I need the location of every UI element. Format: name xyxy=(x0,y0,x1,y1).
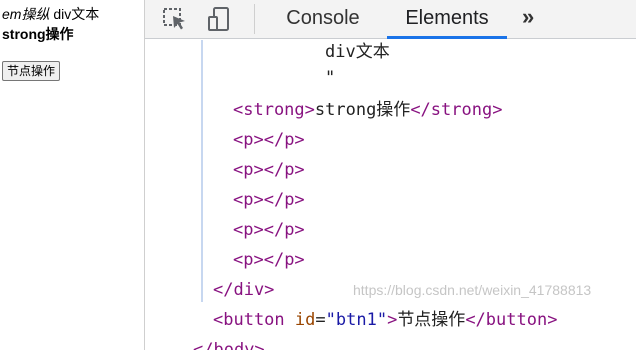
page-text-line-1: em操纵 div文本 xyxy=(2,4,99,24)
tree-node-p[interactable]: <p></p> xyxy=(233,248,305,272)
tree-node-strong[interactable]: <strong>strong操作</strong> xyxy=(233,98,502,122)
tree-node-p[interactable]: <p></p> xyxy=(233,158,305,182)
tab-elements[interactable]: Elements xyxy=(387,0,507,39)
watermark-text: https://blog.csdn.net/weixin_41788813 xyxy=(353,282,592,298)
inspect-element-icon[interactable] xyxy=(161,5,189,33)
more-tabs-icon[interactable]: » xyxy=(522,4,534,30)
tree-node-div-close[interactable]: </div> xyxy=(213,278,274,302)
rendered-page: em操纵 div文本 strong操作 节点操作 xyxy=(0,0,144,350)
devtools-panel: Console Elements » div文本 " <strong>stron… xyxy=(144,0,636,350)
devtools-toolbar: Console Elements » xyxy=(145,0,636,39)
tree-node-p[interactable]: <p></p> xyxy=(233,218,305,242)
node-operation-button[interactable]: 节点操作 xyxy=(2,61,61,81)
tree-guide-line xyxy=(201,40,203,302)
device-toolbar-icon[interactable] xyxy=(205,5,233,33)
tree-node-p[interactable]: <p></p> xyxy=(233,188,305,212)
tree-text-node-quote[interactable]: " xyxy=(325,66,335,90)
tree-text-node[interactable]: div文本 xyxy=(325,40,390,64)
elements-tree: div文本 " <strong>strong操作</strong> <p></p… xyxy=(145,40,636,350)
tree-node-body-close[interactable]: </body> xyxy=(193,338,265,350)
div-text: div文本 xyxy=(49,6,100,22)
tree-node-button[interactable]: <button id="btn1">节点操作</button> xyxy=(213,308,557,332)
strong-text: strong操作 xyxy=(2,26,74,42)
tab-console[interactable]: Console xyxy=(273,0,373,39)
tree-node-p[interactable]: <p></p> xyxy=(233,128,305,152)
em-text: em操纵 xyxy=(2,6,50,22)
toolbar-divider xyxy=(254,4,255,34)
